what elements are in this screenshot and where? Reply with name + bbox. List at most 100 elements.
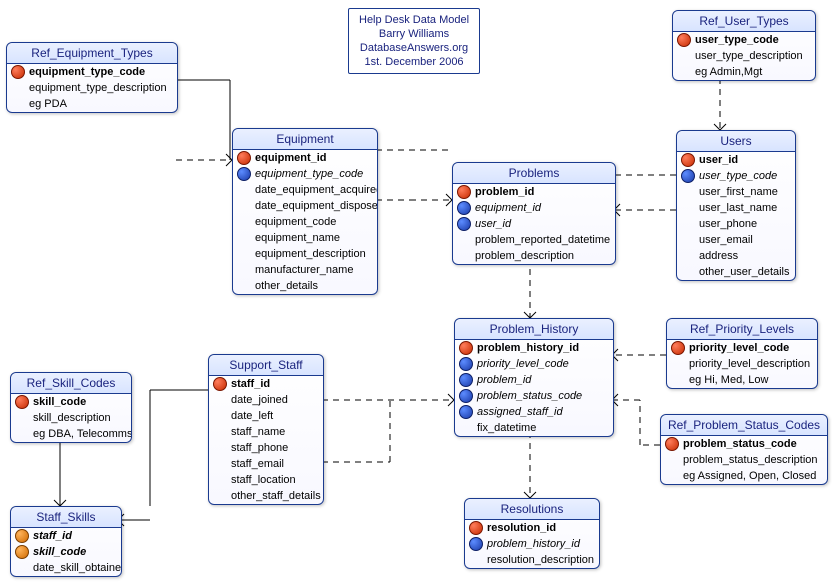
pk-fk-icon xyxy=(15,529,29,543)
attribute-name: user_last_name xyxy=(699,202,777,214)
entity-attribute: user_id xyxy=(677,152,795,168)
entity-problems[interactable]: Problems problem_idequipment_iduser_idpr… xyxy=(452,162,616,265)
entity-attribute: eg DBA, Telecomms xyxy=(11,426,131,442)
entity-ref-priority-levels[interactable]: Ref_Priority_Levels priority_level_codep… xyxy=(666,318,818,389)
info-line: Barry Williams xyxy=(359,27,469,41)
foreign-key-icon xyxy=(681,169,695,183)
entity-attribute: user_type_description xyxy=(673,48,815,64)
entity-ref-equipment-types[interactable]: Ref_Equipment_Types equipment_type_codee… xyxy=(6,42,178,113)
entity-attribute: problem_description xyxy=(453,248,615,264)
attribute-name: staff_id xyxy=(33,530,72,542)
entity-resolutions[interactable]: Resolutions resolution_idproblem_history… xyxy=(464,498,600,569)
foreign-key-icon xyxy=(457,201,471,215)
entity-attribute: equipment_name xyxy=(233,230,377,246)
entity-attribute: priority_level_description xyxy=(667,356,817,372)
entity-title: Staff_Skills xyxy=(11,507,121,528)
entity-title: Ref_Skill_Codes xyxy=(11,373,131,394)
entity-attribute: fix_datetime xyxy=(455,420,613,436)
attribute-name: other_user_details xyxy=(699,266,790,278)
entity-body: problem_idequipment_iduser_idproblem_rep… xyxy=(453,184,615,264)
entity-ref-problem-status-codes[interactable]: Ref_Problem_Status_Codes problem_status_… xyxy=(660,414,828,485)
primary-key-icon xyxy=(665,437,679,451)
entity-attribute: date_left xyxy=(209,408,323,424)
entity-attribute: other_details xyxy=(233,278,377,294)
primary-key-icon xyxy=(469,521,483,535)
entity-attribute: skill_code xyxy=(11,394,131,410)
attribute-name: user_type_code xyxy=(695,34,779,46)
attribute-name: staff_name xyxy=(231,426,285,438)
foreign-key-icon xyxy=(457,217,471,231)
attribute-name: user_email xyxy=(699,234,753,246)
entity-support-staff[interactable]: Support_Staff staff_iddate_joineddate_le… xyxy=(208,354,324,505)
attribute-name: other_staff_details xyxy=(231,490,321,502)
entity-attribute: manufacturer_name xyxy=(233,262,377,278)
entity-attribute: other_staff_details xyxy=(209,488,323,504)
entity-ref-user-types[interactable]: Ref_User_Types user_type_codeuser_type_d… xyxy=(672,10,816,81)
attribute-name: priority_level_code xyxy=(477,358,569,370)
foreign-key-icon xyxy=(459,389,473,403)
entity-users[interactable]: Users user_iduser_type_codeuser_first_na… xyxy=(676,130,796,281)
entity-title: Ref_Priority_Levels xyxy=(667,319,817,340)
info-line: DatabaseAnswers.org xyxy=(359,41,469,55)
entity-title: Ref_Problem_Status_Codes xyxy=(661,415,827,436)
foreign-key-icon xyxy=(459,357,473,371)
attribute-name: priority_level_description xyxy=(689,358,810,370)
entity-attribute: assigned_staff_id xyxy=(455,404,613,420)
entity-attribute: eg Assigned, Open, Closed xyxy=(661,468,827,484)
attribute-name: assigned_staff_id xyxy=(477,406,563,418)
entity-equipment[interactable]: Equipment equipment_idequipment_type_cod… xyxy=(232,128,378,295)
attribute-name: date_equipment_disposed xyxy=(255,200,378,212)
entity-attribute: equipment_id xyxy=(233,150,377,166)
entity-attribute: problem_history_id xyxy=(465,536,599,552)
entity-body: resolution_idproblem_history_idresolutio… xyxy=(465,520,599,568)
attribute-name: eg Assigned, Open, Closed xyxy=(683,470,816,482)
attribute-name: skill_description xyxy=(33,412,111,424)
primary-key-icon xyxy=(237,151,251,165)
attribute-name: equipment_code xyxy=(255,216,336,228)
entity-attribute: staff_name xyxy=(209,424,323,440)
entity-body: equipment_idequipment_type_codedate_equi… xyxy=(233,150,377,294)
entity-body: staff_id skill_codedate_skill_obtained xyxy=(11,528,121,576)
attribute-name: user_phone xyxy=(699,218,757,230)
entity-attribute: address xyxy=(677,248,795,264)
entity-attribute: priority_level_code xyxy=(667,340,817,356)
attribute-name: eg DBA, Telecomms xyxy=(33,428,132,440)
entity-attribute: user_id xyxy=(453,216,615,232)
entity-attribute: date_skill_obtained xyxy=(11,560,121,576)
attribute-name: user_type_code xyxy=(699,170,777,182)
entity-body: priority_level_code priority_level_descri… xyxy=(667,340,817,388)
foreign-key-icon xyxy=(459,373,473,387)
pk-fk-icon xyxy=(15,545,29,559)
attribute-name: problem_reported_datetime xyxy=(475,234,610,246)
attribute-name: staff_phone xyxy=(231,442,288,454)
entity-attribute: problem_history_id xyxy=(455,340,613,356)
attribute-name: equipment_name xyxy=(255,232,340,244)
entity-attribute: user_last_name xyxy=(677,200,795,216)
attribute-name: equipment_id xyxy=(475,202,541,214)
entity-attribute: skill_code xyxy=(11,544,121,560)
entity-attribute: resolution_id xyxy=(465,520,599,536)
entity-problem-history[interactable]: Problem_History problem_history_idpriori… xyxy=(454,318,614,437)
entity-attribute: problem_reported_datetime xyxy=(453,232,615,248)
attribute-name: manufacturer_name xyxy=(255,264,353,276)
entity-attribute: staff_location xyxy=(209,472,323,488)
entity-body: user_iduser_type_codeuser_first_nameuser… xyxy=(677,152,795,280)
attribute-name: problem_id xyxy=(477,374,531,386)
attribute-name: priority_level_code xyxy=(689,342,789,354)
entity-title: Problem_History xyxy=(455,319,613,340)
attribute-name: problem_history_id xyxy=(477,342,579,354)
entity-body: staff_iddate_joineddate_leftstaff_namest… xyxy=(209,376,323,504)
entity-ref-skill-codes[interactable]: Ref_Skill_Codes skill_code skill_descript… xyxy=(10,372,132,443)
entity-title: Equipment xyxy=(233,129,377,150)
attribute-name: user_id xyxy=(699,154,738,166)
erd-canvas: Help Desk Data Model Barry Williams Data… xyxy=(0,0,832,582)
foreign-key-icon xyxy=(237,167,251,181)
attribute-name: user_id xyxy=(475,218,511,230)
entity-title: Users xyxy=(677,131,795,152)
entity-staff-skills[interactable]: Staff_Skills staff_id skill_codedate_skil… xyxy=(10,506,122,577)
entity-body: user_type_codeuser_type_descriptioneg Ad… xyxy=(673,32,815,80)
entity-title: Resolutions xyxy=(465,499,599,520)
attribute-name: problem_status_description xyxy=(683,454,818,466)
attribute-name: date_joined xyxy=(231,394,288,406)
entity-attribute: staff_id xyxy=(11,528,121,544)
